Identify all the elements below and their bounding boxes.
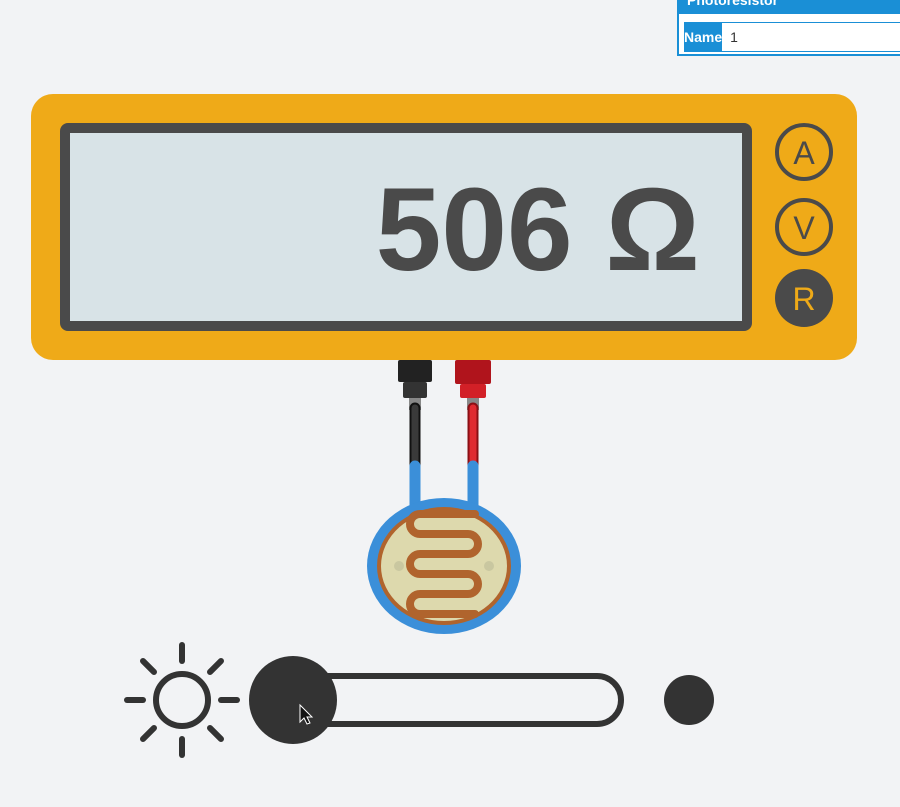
mode-label-v: V: [793, 210, 815, 246]
slider-handle[interactable]: [249, 656, 337, 744]
sun-icon: [124, 642, 240, 758]
circuit-canvas: 506 Ω A V R: [31, 94, 857, 758]
light-level-slider[interactable]: [249, 656, 624, 744]
black-probe[interactable]: [398, 360, 432, 472]
dark-icon: [664, 675, 714, 725]
mode-label-r: R: [792, 281, 815, 317]
multimeter-reading: 506 Ω: [376, 164, 700, 296]
mode-label-a: A: [793, 135, 815, 171]
mode-button-ohmmeter[interactable]: R: [775, 269, 833, 327]
photoresistor[interactable]: [367, 460, 521, 634]
red-probe[interactable]: [455, 360, 491, 472]
multimeter[interactable]: 506 Ω A V R: [31, 94, 857, 360]
